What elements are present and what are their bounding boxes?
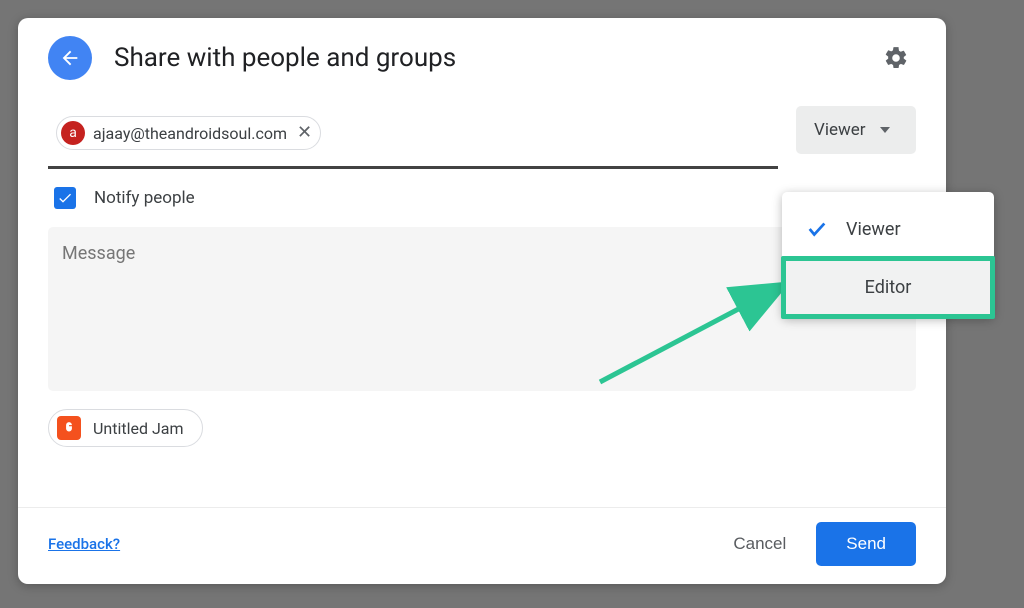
role-dropdown-menu: Viewer Editor: [782, 192, 994, 318]
recipients-row: a ajaay@theandroidsoul.com ✕ Viewer: [18, 106, 946, 169]
gear-icon: [883, 45, 909, 71]
jamboard-icon: [57, 416, 81, 440]
dialog-header: Share with people and groups: [18, 18, 946, 94]
notify-checkbox[interactable]: [54, 187, 76, 209]
settings-button[interactable]: [876, 38, 916, 78]
role-option-editor[interactable]: Editor: [781, 256, 995, 319]
arrow-left-icon: [59, 47, 81, 69]
dialog-title: Share with people and groups: [114, 43, 876, 73]
message-placeholder: Message: [62, 243, 135, 264]
role-selected-label: Viewer: [814, 120, 866, 140]
recipient-chip[interactable]: a ajaay@theandroidsoul.com ✕: [56, 116, 321, 150]
role-option-label: Viewer: [846, 219, 901, 240]
role-option-label: Editor: [865, 277, 912, 298]
remove-chip-button[interactable]: ✕: [297, 124, 312, 142]
attachment-name: Untitled Jam: [93, 419, 184, 438]
attachment-chip[interactable]: Untitled Jam: [48, 409, 203, 447]
role-dropdown[interactable]: Viewer: [796, 106, 916, 154]
avatar: a: [61, 121, 85, 145]
check-icon: [57, 190, 73, 206]
chip-email: ajaay@theandroidsoul.com: [93, 124, 287, 143]
notify-label: Notify people: [94, 188, 195, 208]
role-option-viewer[interactable]: Viewer: [782, 202, 994, 256]
attachment-row: Untitled Jam: [18, 391, 946, 457]
caret-down-icon: [880, 127, 890, 133]
back-button[interactable]: [48, 36, 92, 80]
recipients-input[interactable]: a ajaay@theandroidsoul.com ✕: [48, 106, 778, 169]
check-icon: [806, 218, 828, 240]
cancel-button[interactable]: Cancel: [713, 524, 806, 564]
send-button[interactable]: Send: [816, 522, 916, 566]
dialog-footer: Feedback? Cancel Send: [18, 507, 946, 584]
feedback-link[interactable]: Feedback?: [48, 535, 120, 553]
